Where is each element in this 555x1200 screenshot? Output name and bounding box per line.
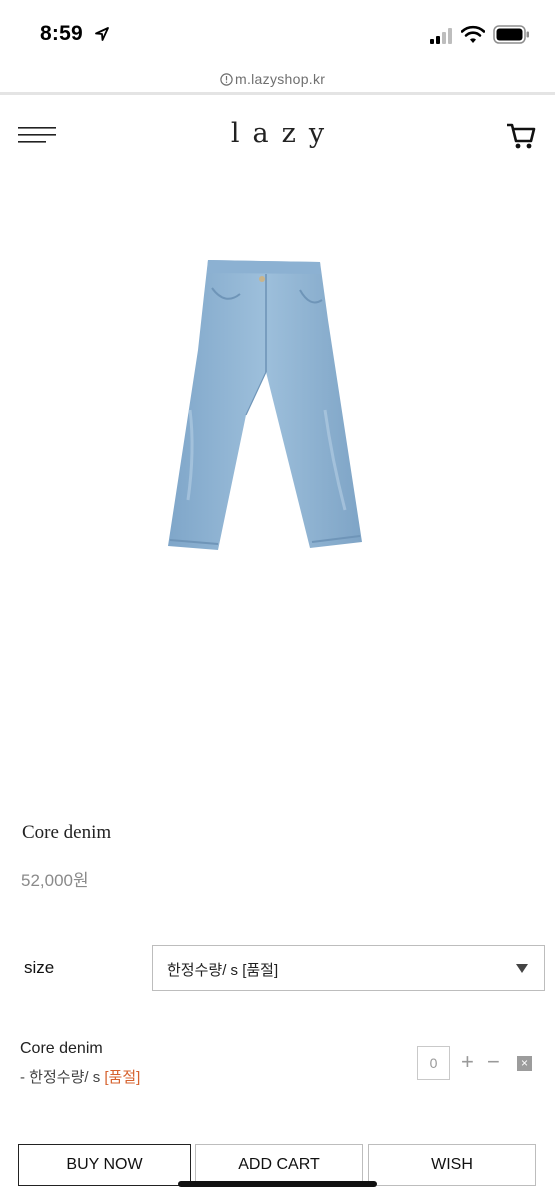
- home-indicator[interactable]: [178, 1181, 377, 1187]
- url-divider: [0, 92, 555, 95]
- location-arrow-icon: [95, 27, 109, 41]
- selected-item-option-text: - 한정수량/ s: [20, 1069, 105, 1086]
- url-bar[interactable]: m.lazyshop.kr: [0, 64, 555, 94]
- wifi-icon: [461, 25, 485, 43]
- product-price: 52,000원: [21, 871, 89, 890]
- url-text[interactable]: m.lazyshop.kr: [235, 71, 325, 87]
- soldout-badge: [품절]: [104, 1069, 141, 1086]
- info-icon: [220, 73, 233, 86]
- product-name: Core denim: [22, 822, 112, 843]
- remove-item-button[interactable]: ×: [517, 1056, 532, 1071]
- site-logo[interactable]: lazy: [0, 118, 555, 149]
- selected-item-name: Core denim: [20, 1040, 103, 1057]
- signal-icon: [430, 28, 452, 44]
- quantity-plus-button[interactable]: +: [461, 1049, 474, 1075]
- status-bar: 8:59: [0, 0, 555, 64]
- quantity-input[interactable]: 0: [417, 1046, 450, 1080]
- size-label: size: [24, 958, 55, 977]
- status-time: 8:59: [40, 22, 83, 45]
- buy-now-button[interactable]: BUY NOW: [18, 1144, 191, 1186]
- dropdown-arrow-icon: [516, 964, 528, 973]
- shopping-cart-icon[interactable]: [506, 122, 536, 150]
- size-select-value: 한정수량/ s [품절]: [167, 962, 279, 979]
- quantity-minus-button[interactable]: −: [487, 1049, 500, 1075]
- product-image: [168, 260, 362, 550]
- wish-button[interactable]: WISH: [368, 1144, 536, 1186]
- battery-icon: [493, 25, 529, 44]
- selected-item-option: - 한정수량/ s [품절]: [20, 1066, 140, 1087]
- add-cart-button[interactable]: ADD CART: [195, 1144, 363, 1186]
- size-select[interactable]: 한정수량/ s [품절]: [152, 945, 545, 991]
